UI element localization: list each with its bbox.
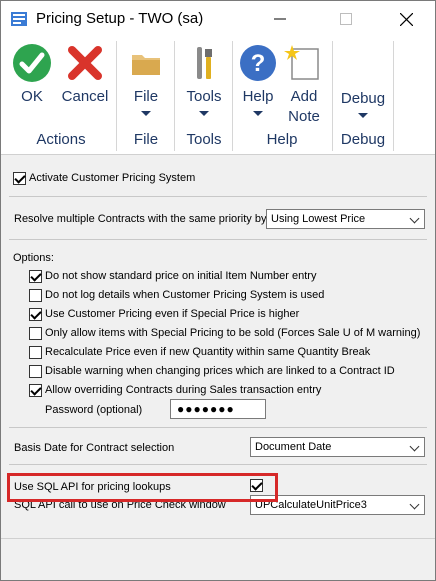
minimize-icon — [274, 18, 286, 20]
add-note-label-2: Note — [288, 108, 320, 125]
help-label: Help — [242, 88, 274, 105]
option-label: Allow overriding Contracts during Sales … — [45, 384, 322, 396]
chevron-down-icon — [409, 441, 420, 452]
option-label: Only allow items with Special Pricing to… — [45, 327, 421, 339]
add-note-label: Add — [290, 88, 318, 105]
file-label: File — [133, 88, 159, 105]
option-label: Recalculate Price even if new Quantity w… — [45, 346, 371, 358]
divider — [9, 464, 427, 465]
ribbon-separator — [116, 41, 117, 151]
ribbon-toolbar: OK Cancel Actions File File Tools Tools … — [1, 37, 435, 155]
group-label-help: Help — [266, 131, 298, 148]
option-label: Disable warning when changing prices whi… — [45, 365, 395, 377]
maximize-icon — [340, 13, 352, 25]
chevron-down-icon — [253, 111, 263, 116]
chevron-down-icon — [199, 111, 209, 116]
debug-menu-button[interactable]: Debug — [337, 89, 389, 118]
help-icon: ? — [240, 45, 276, 81]
help-menu-button[interactable]: ? Help — [237, 43, 279, 116]
option-checkbox[interactable] — [29, 289, 42, 302]
ribbon-separator — [393, 41, 394, 151]
tools-label: Tools — [186, 88, 222, 105]
debug-label: Debug — [340, 90, 386, 107]
option-checkbox[interactable] — [29, 346, 42, 359]
option-label: Do not log details when Customer Pricing… — [45, 289, 325, 301]
tools-icon — [197, 47, 212, 79]
ok-label: OK — [21, 88, 43, 105]
maximize-button[interactable] — [323, 1, 369, 37]
divider — [9, 196, 427, 197]
ribbon-separator — [174, 41, 175, 151]
form-content: Activate Customer Pricing System Resolve… — [1, 155, 435, 580]
basis-date-label: Basis Date for Contract selection — [14, 442, 175, 454]
app-icon — [11, 12, 27, 26]
option-checkbox[interactable] — [29, 384, 42, 397]
basis-date-select[interactable]: Document Date — [250, 437, 425, 457]
group-label-actions: Actions — [36, 131, 86, 148]
highlight-box — [7, 473, 278, 502]
chevron-down-icon — [141, 111, 151, 116]
chevron-down-icon — [409, 499, 420, 510]
divider — [9, 427, 427, 428]
add-note-button[interactable]: Add Note — [281, 43, 327, 127]
chevron-down-icon — [358, 113, 368, 118]
password-field[interactable]: ●●●●●●● — [170, 399, 266, 419]
cancel-label: Cancel — [61, 88, 109, 105]
option-checkbox[interactable] — [29, 270, 42, 283]
ribbon-separator — [232, 41, 233, 151]
resolve-contracts-label: Resolve multiple Contracts with the same… — [14, 213, 267, 225]
title-bar: Pricing Setup - TWO (sa) — [1, 1, 435, 37]
close-icon — [399, 12, 413, 26]
options-heading: Options: — [13, 252, 54, 264]
status-area — [1, 538, 435, 580]
resolve-contracts-select[interactable]: Using Lowest Price — [266, 209, 425, 229]
group-label-tools: Tools — [186, 131, 222, 148]
activate-pricing-label: Activate Customer Pricing System — [29, 172, 196, 184]
cancel-button[interactable]: Cancel — [59, 43, 111, 107]
group-label-file: File — [133, 131, 159, 148]
option-label: Use Customer Pricing even if Special Pri… — [45, 308, 300, 320]
svg-text:?: ? — [251, 50, 266, 77]
option-checkbox[interactable] — [29, 365, 42, 378]
add-note-icon — [284, 45, 319, 80]
divider — [9, 239, 427, 240]
resolve-contracts-value: Using Lowest Price — [271, 213, 366, 225]
option-label: Do not show standard price on initial It… — [45, 270, 317, 282]
option-checkbox[interactable] — [29, 327, 42, 340]
password-label: Password (optional) — [45, 404, 143, 416]
basis-date-value: Document Date — [255, 441, 332, 453]
activate-pricing-checkbox[interactable] — [13, 172, 26, 185]
group-label-debug: Debug — [340, 131, 386, 148]
tools-menu-button[interactable]: Tools — [179, 43, 229, 116]
minimize-button[interactable] — [257, 1, 303, 37]
cancel-x-icon — [68, 46, 102, 80]
folder-icon — [132, 55, 160, 75]
close-button[interactable] — [383, 1, 429, 37]
window-title: Pricing Setup - TWO (sa) — [36, 10, 204, 27]
pricing-setup-window: Pricing Setup - TWO (sa) OK Cancel Actio… — [0, 0, 436, 581]
ribbon-separator — [332, 41, 333, 151]
file-menu-button[interactable]: File — [123, 43, 169, 116]
chevron-down-icon — [409, 213, 420, 224]
option-checkbox[interactable] — [29, 308, 42, 321]
ok-button[interactable]: OK — [9, 43, 55, 107]
checkmark-icon — [13, 44, 51, 82]
